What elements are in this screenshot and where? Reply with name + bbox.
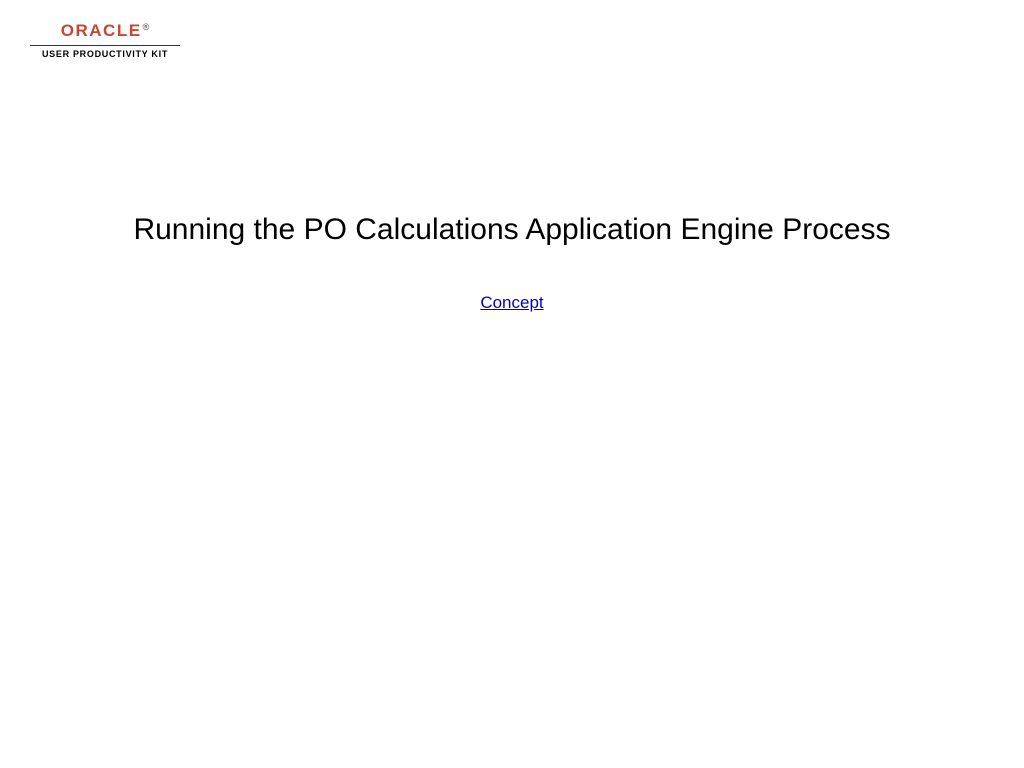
logo: ORACLE® USER PRODUCTIVITY KIT	[30, 22, 180, 59]
logo-brand: ORACLE®	[61, 22, 149, 41]
page-title: Running the PO Calculations Application …	[120, 210, 904, 251]
concept-link[interactable]: Concept	[480, 293, 543, 312]
logo-registered: ®	[143, 22, 150, 32]
logo-divider	[30, 45, 180, 46]
logo-subtitle: USER PRODUCTIVITY KIT	[42, 49, 168, 59]
logo-brand-text: ORACLE	[61, 21, 142, 40]
main-content: Running the PO Calculations Application …	[0, 210, 1024, 313]
